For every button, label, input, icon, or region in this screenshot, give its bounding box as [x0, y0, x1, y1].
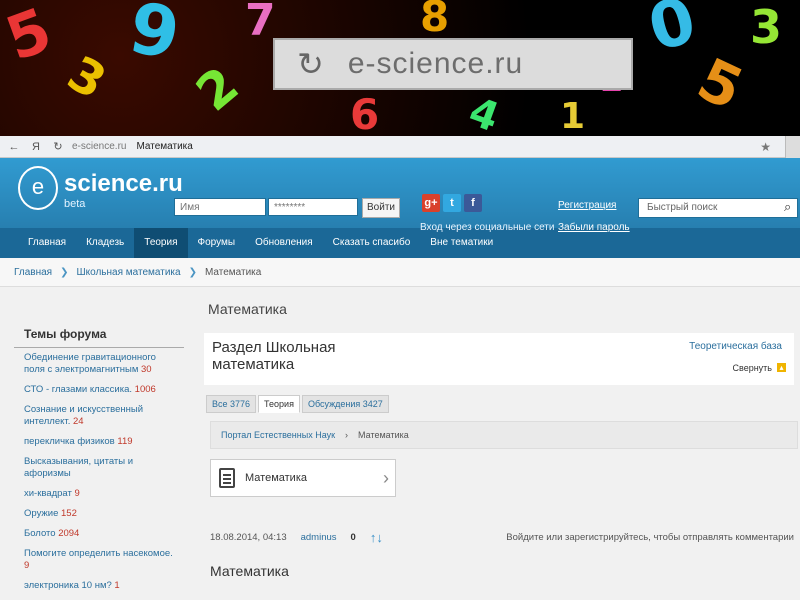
- menu-item-updates[interactable]: Обновления: [245, 228, 323, 258]
- social-login-text[interactable]: Вход через социальные сети: [420, 222, 554, 233]
- yandex-home-icon[interactable]: Я: [28, 141, 44, 153]
- topic-label[interactable]: Помогите определить насекомое.: [24, 548, 173, 559]
- facebook-icon[interactable]: f: [464, 194, 482, 212]
- topic-label[interactable]: Высказывания, цитаты и афоризмы: [24, 456, 133, 479]
- menu-item-forums[interactable]: Форумы: [188, 228, 246, 258]
- banner-site-name: e-science.ru: [347, 47, 524, 80]
- vote-arrows-icon[interactable]: ↑↓: [370, 530, 383, 545]
- browser-window: ← Я ↻ e-science.ru Математика ★ e scienc…: [0, 136, 800, 600]
- list-item[interactable]: перекличка физиков 119: [14, 432, 184, 452]
- topic-label[interactable]: Оружие: [24, 508, 58, 519]
- topic-count: 1: [114, 580, 120, 591]
- topic-count: 30: [141, 364, 152, 375]
- site-header: e science.ru beta Войти g+ t f Вход чере…: [0, 158, 800, 233]
- tab-discussions[interactable]: Обсуждения 3427: [301, 395, 389, 413]
- chevron-right-icon: ›: [345, 430, 349, 440]
- menu-item-thanks[interactable]: Сказать спасибо: [323, 228, 421, 258]
- list-item[interactable]: Оружие 152: [14, 504, 184, 524]
- scrollbar[interactable]: [785, 136, 800, 158]
- search-icon[interactable]: ⌕: [784, 199, 791, 215]
- post-author[interactable]: adminus: [301, 532, 337, 543]
- site-logo-banner: ↻ e-science.ru: [273, 38, 633, 90]
- chevron-right-icon: ❯: [60, 266, 69, 278]
- breadcrumb-current: Математика: [204, 266, 262, 278]
- topic-label[interactable]: Болото: [24, 528, 56, 539]
- site-brand[interactable]: science.ru: [64, 170, 183, 198]
- bookmark-star-icon[interactable]: ★: [760, 140, 771, 154]
- url-text[interactable]: e-science.ru: [72, 141, 126, 152]
- list-item[interactable]: Обединение гравитационного поля с электр…: [14, 348, 184, 380]
- back-icon[interactable]: ←: [6, 141, 22, 153]
- breadcrumb-home[interactable]: Главная: [14, 267, 52, 278]
- portal-current: Математика: [358, 430, 409, 440]
- list-item[interactable]: Помогите определить насекомое. 9: [14, 544, 184, 576]
- topic-label[interactable]: Обединение гравитационного поля с электр…: [24, 352, 156, 375]
- beta-label: beta: [64, 198, 86, 210]
- chevron-right-icon: ›: [383, 467, 389, 488]
- topic-count: 152: [61, 508, 77, 519]
- page-tab-title: Математика: [136, 141, 193, 152]
- page-title: Математика: [208, 301, 287, 317]
- reload-icon: ↻: [297, 46, 324, 82]
- collapse-link[interactable]: Свернуть: [733, 363, 772, 373]
- main-menu: Главная Кладезь Теория Форумы Обновления…: [0, 228, 800, 258]
- menu-item-treasury[interactable]: Кладезь: [76, 228, 134, 258]
- document-icon: [219, 468, 235, 488]
- login-to-comment-text[interactable]: Войдите или зарегистрируйтесь, чтобы отп…: [506, 532, 794, 543]
- portal-link[interactable]: Портал Естественных Наук: [221, 430, 335, 440]
- topic-label[interactable]: хи-квадрат: [24, 488, 72, 499]
- category-card[interactable]: Математика ›: [210, 459, 396, 497]
- portal-breadcrumb: Портал Естественных Наук › Математика: [210, 421, 798, 449]
- topic-count: 9: [74, 488, 80, 499]
- chevron-right-icon: ❯: [188, 266, 197, 278]
- sidebar-title: Темы форума: [14, 319, 184, 348]
- menu-item-home[interactable]: Главная: [18, 228, 76, 258]
- list-item[interactable]: СТО - глазами классика. 1006: [14, 380, 184, 400]
- breadcrumb: Главная ❯ Школьная математика ❯ Математи…: [0, 258, 800, 287]
- login-button[interactable]: Войти: [362, 198, 400, 218]
- content-tabs: Все 3776 Теория Обсуждения 3427: [206, 395, 389, 413]
- register-link[interactable]: Регистрация: [558, 200, 616, 211]
- category-label[interactable]: Математика: [245, 472, 307, 484]
- page-content: Темы форума Обединение гравитационного п…: [0, 287, 800, 600]
- list-item[interactable]: хи-квадрат 9: [14, 484, 184, 504]
- topic-count: 1006: [134, 384, 156, 395]
- username-input[interactable]: [174, 198, 266, 216]
- post-meta: 18.08.2014, 04:13 adminus 0 ↑↓ Войдите и…: [210, 530, 794, 545]
- topic-count: 2094: [58, 528, 80, 539]
- section-header: Раздел Школьная математика Теоретическая…: [204, 333, 794, 385]
- post-date: 18.08.2014, 04:13: [210, 532, 287, 543]
- vote-count: 0: [350, 532, 356, 543]
- quick-search-input[interactable]: Быстрый поиск: [638, 198, 798, 218]
- theory-base-link[interactable]: Теоретическая база: [689, 341, 782, 352]
- password-input[interactable]: [268, 198, 358, 216]
- collapse-icon[interactable]: ▴: [777, 363, 786, 372]
- topic-label[interactable]: перекличка физиков: [24, 436, 115, 447]
- menu-item-theory[interactable]: Теория: [134, 228, 188, 258]
- section-title: Раздел Школьная математика: [212, 339, 336, 373]
- topic-count: 24: [72, 416, 84, 427]
- google-plus-icon[interactable]: g+: [422, 194, 440, 212]
- forum-topics-sidebar: Темы форума Обединение гравитационного п…: [14, 319, 184, 596]
- post-title[interactable]: Математика: [210, 563, 289, 579]
- address-bar: ← Я ↻ e-science.ru Математика ★: [0, 136, 800, 158]
- forgot-password-link[interactable]: Забыли пароль: [558, 222, 630, 233]
- tab-all[interactable]: Все 3776: [206, 395, 257, 413]
- breadcrumb-school-math[interactable]: Школьная математика: [76, 267, 180, 278]
- list-item[interactable]: Сознание и искусственный интеллект. 24: [14, 400, 184, 432]
- topic-label[interactable]: электроника 10 нм?: [24, 580, 112, 591]
- refresh-icon[interactable]: ↻: [50, 140, 66, 153]
- topic-count: 119: [117, 436, 133, 447]
- topic-count: 9: [24, 560, 30, 571]
- topic-label[interactable]: СТО - глазами классика.: [24, 384, 132, 395]
- list-item[interactable]: электроника 10 нм? 1: [14, 576, 184, 596]
- list-item[interactable]: Высказывания, цитаты и афоризмы: [14, 452, 184, 484]
- atom-logo-icon[interactable]: e: [18, 166, 58, 210]
- twitter-icon[interactable]: t: [443, 194, 461, 212]
- tab-theory[interactable]: Теория: [258, 395, 300, 413]
- list-item[interactable]: Болото 2094: [14, 524, 184, 544]
